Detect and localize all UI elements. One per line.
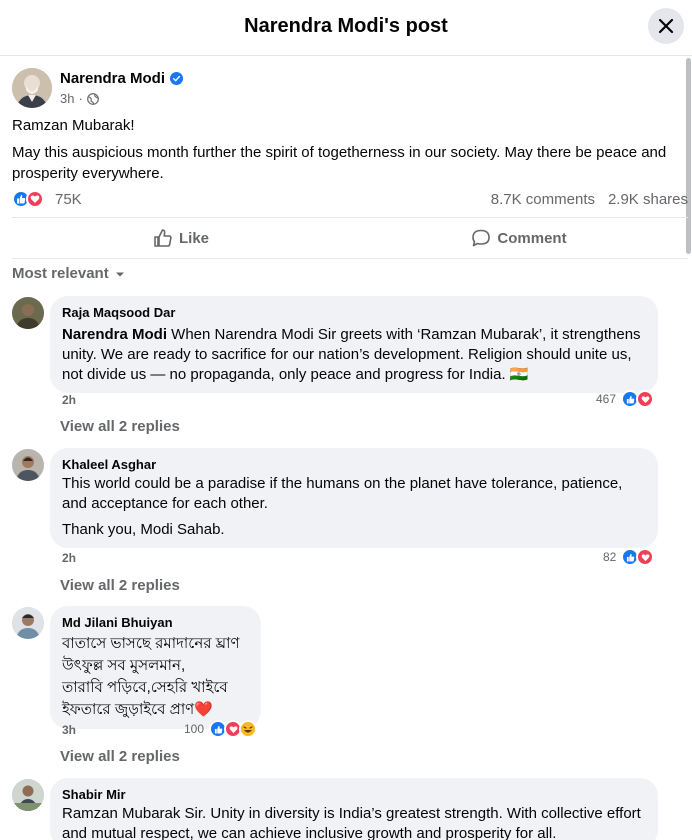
author-name-text[interactable]: Narendra Modi: [60, 70, 165, 87]
like-button[interactable]: Like: [12, 218, 350, 258]
commenter-avatar[interactable]: [12, 297, 44, 329]
commenter-name[interactable]: Raja Maqsood Dar: [62, 304, 646, 321]
view-replies-link[interactable]: View all 2 replies: [60, 577, 180, 594]
commenter-name[interactable]: Md Jilani Bhuiyan: [62, 614, 249, 631]
post-text-line-1: Ramzan Mubarak!: [12, 117, 135, 134]
comment-text: Narendra Modi When Narendra Modi Sir gre…: [62, 325, 646, 385]
comment-time[interactable]: 3h: [62, 723, 76, 737]
comment-reaction-count: 82: [603, 550, 617, 564]
close-icon: [658, 18, 674, 34]
filter-label: Most relevant: [12, 265, 109, 282]
reaction-count[interactable]: 75K: [55, 191, 82, 208]
love-reaction-icon: [26, 190, 44, 208]
comment-button[interactable]: Comment: [350, 218, 688, 258]
author-name[interactable]: Narendra Modi: [60, 70, 184, 87]
comment-reaction-count: 467: [596, 392, 617, 406]
comment-body: বাতাসে ভাসছে রমাদানের ঘ্রাণ উৎফুল্ল সব ম…: [62, 635, 240, 718]
comment-bubble: Khaleel Asghar This world could be a par…: [50, 448, 658, 548]
view-replies-link[interactable]: View all 2 replies: [60, 418, 180, 435]
comment-body-paragraph-2: Thank you, Modi Sahab.: [62, 521, 225, 538]
commenter-avatar[interactable]: [12, 779, 44, 811]
commenter-avatar[interactable]: [12, 607, 44, 639]
post-dialog-header: Narendra Modi's post: [0, 0, 692, 56]
comment-reaction-count: 100: [184, 722, 205, 736]
comment-time[interactable]: 2h: [62, 551, 76, 565]
globe-icon: [86, 92, 99, 105]
thumbs-up-icon: [154, 229, 172, 247]
mentioned-user[interactable]: Narendra Modi: [62, 326, 167, 343]
reaction-icons[interactable]: [12, 190, 44, 208]
comment-bubble: Shabir Mir Ramzan Mubarak Sir. Unity in …: [50, 778, 658, 840]
comment-reactions[interactable]: 82: [603, 548, 655, 566]
comment-bubble: Raja Maqsood Dar Narendra Modi When Nare…: [50, 296, 658, 393]
commenter-name[interactable]: Shabir Mir: [62, 786, 646, 803]
caret-down-icon: [115, 272, 124, 276]
comment-reactions[interactable]: 467: [596, 390, 655, 408]
love-reaction-icon: [636, 390, 655, 408]
dialog-title: Narendra Modi's post: [244, 15, 448, 37]
like-label: Like: [178, 229, 209, 247]
post-action-bar: Like Comment: [12, 217, 688, 259]
post-meta: 3h ·: [60, 91, 99, 106]
comment-time[interactable]: 2h: [62, 393, 76, 407]
shares-count[interactable]: 2.9K shares: [608, 191, 688, 208]
comment-body: This world could be a paradise if the hu…: [62, 475, 623, 512]
view-replies-link[interactable]: View all 2 replies: [60, 748, 180, 765]
love-reaction-icon: [636, 548, 655, 566]
comment-body: Ramzan Mubarak Sir. Unity in diversity i…: [62, 805, 641, 840]
comment-bubble: Md Jilani Bhuiyan বাতাসে ভাসছে রমাদানের …: [50, 606, 261, 729]
commenter-name[interactable]: Khaleel Asghar: [62, 456, 646, 473]
close-button[interactable]: [648, 8, 684, 44]
comment-reactions[interactable]: 100: [184, 720, 258, 738]
comment-filter-dropdown[interactable]: Most relevant: [12, 265, 125, 282]
comment-bubble-icon: [472, 229, 491, 247]
meta-separator: ·: [78, 91, 83, 106]
verified-badge-icon: [170, 72, 184, 85]
comment-label: Comment: [497, 229, 567, 247]
reactions-summary: 75K 8.7K comments 2.9K shares: [12, 190, 688, 210]
post-time[interactable]: 3h: [60, 91, 74, 106]
commenter-avatar[interactable]: [12, 449, 44, 481]
laughing-face-icon: [239, 720, 258, 738]
author-avatar[interactable]: [12, 68, 52, 108]
post-text-line-2: May this auspicious month further the sp…: [12, 144, 667, 182]
comments-count[interactable]: 8.7K comments: [491, 191, 595, 208]
